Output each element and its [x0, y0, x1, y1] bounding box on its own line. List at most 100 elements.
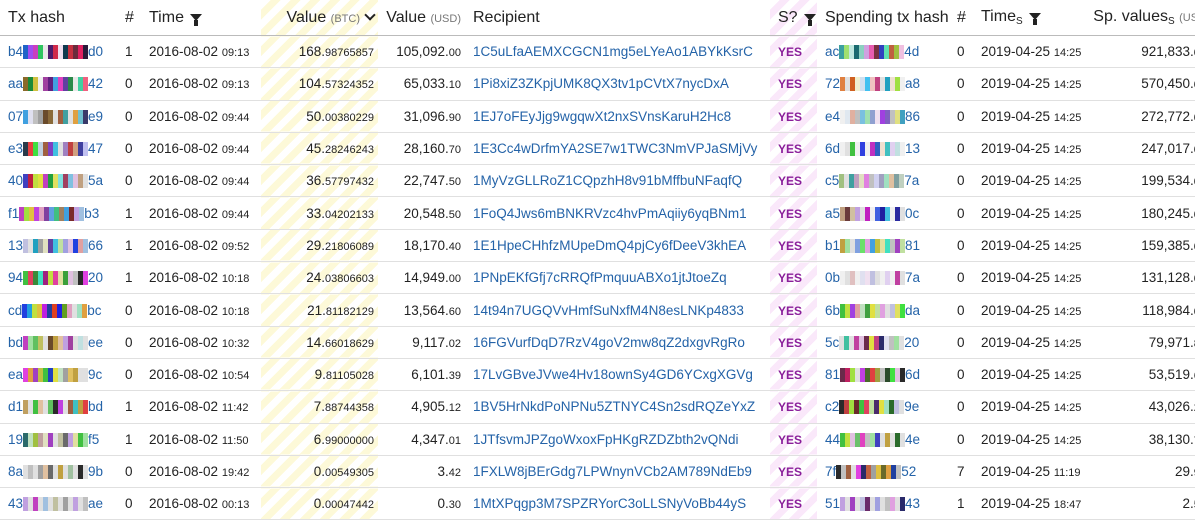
spending-tx-hash-cell[interactable]: c2 9e [817, 390, 953, 424]
col-time[interactable]: Time [141, 0, 261, 36]
col-spending-tx-hash[interactable]: Spending tx hash [817, 0, 953, 36]
filter-icon[interactable] [803, 13, 816, 26]
spending-tx-hash-link[interactable]: 72 a8 [825, 76, 920, 92]
recipient-link[interactable]: 1E1HpeCHhfzMUpeDmQ4pjCy6fDeeV3khEA [473, 238, 746, 253]
tx-hash-cell[interactable]: 43 ae [0, 487, 121, 521]
spending-tx-hash-link[interactable]: 81 6d [825, 367, 920, 383]
spending-tx-hash-link[interactable]: b1 81 [825, 238, 920, 253]
filter-icon[interactable] [189, 13, 202, 26]
col-spent[interactable]: S? [770, 0, 817, 36]
spending-tx-hash-cell[interactable]: a5 0c [817, 196, 953, 230]
recipient-cell[interactable]: 14t94n7UGQVvHmfSuNxfM4N8esLNKp4833 [465, 293, 770, 327]
tx-hash-link[interactable]: f1 b3 [8, 206, 99, 221]
recipient-cell[interactable]: 1EJ7oFEyJjg9wgqwXt2nxSVnsKaruH2Hc8 [465, 100, 770, 133]
spending-tx-hash-link[interactable]: 51 43 [825, 496, 920, 512]
tx-hash-cell[interactable]: 13 66 [0, 229, 121, 263]
spending-tx-hash-link[interactable]: 5c 20 [825, 335, 919, 350]
spending-tx-hash-link[interactable]: 6b da [825, 303, 920, 318]
spending-tx-hash-link[interactable]: 44 4e [825, 432, 920, 447]
recipient-link[interactable]: 1JTfsvmJPZgoWxoxFpHKgRZDZbth2vQNdi [473, 432, 739, 447]
tx-hash-link[interactable]: bd ee [8, 335, 103, 350]
spending-tx-hash-link[interactable]: 6d 13 [825, 141, 920, 157]
tx-hash-link[interactable]: 43 ae [8, 496, 103, 512]
spending-tx-hash-link[interactable]: ac 4d [825, 44, 919, 60]
col-value-usd[interactable]: Value (USD) [378, 0, 465, 36]
chevron-down-icon[interactable] [364, 8, 376, 21]
tx-hash-link[interactable]: d1 bd [8, 399, 103, 415]
recipient-link[interactable]: 1PNpEKfGfj7cRRQfPmquuABXo1jtJtoeZq [473, 270, 727, 285]
recipient-link[interactable]: 1C5uLfaAEMXCGCN1mg5eLYeAo1ABYkKsrC [473, 44, 753, 59]
tx-hash-link[interactable]: e3 47 [8, 141, 103, 157]
recipient-cell[interactable]: 17LvGBveJVwe4Hv18ownSy4GD6YCxgXGVg [465, 358, 770, 392]
spending-tx-hash-cell[interactable]: c5 7a [817, 164, 953, 198]
recipient-cell[interactable]: 1FoQ4Jws6mBNKRVzc4hvPmAqiiy6yqBNm1 [465, 196, 770, 230]
spending-tx-hash-cell[interactable]: 5c 20 [817, 326, 953, 359]
spending-tx-hash-cell[interactable]: b1 81 [817, 229, 953, 263]
col-value-btc[interactable]: Value (BTC) [261, 0, 378, 36]
spending-tx-hash-cell[interactable]: 6d 13 [817, 132, 953, 166]
tx-hash-link[interactable]: cd bc [8, 303, 102, 318]
recipient-link[interactable]: 16FGVurfDqD7RzV4goV2mw8qZ2dxgvRgRo [473, 335, 745, 350]
tx-hash-link[interactable]: 40 5a [8, 173, 103, 189]
recipient-cell[interactable]: 1BV5HrNkdPoNPNu5ZTNYC4Sn2sdRQZeYxZ [465, 390, 770, 424]
recipient-cell[interactable]: 1MyVzGLLRoZ1CQpzhH8v91bMffbuNFaqfQ [465, 164, 770, 198]
spending-tx-hash-link[interactable]: c5 7a [825, 173, 919, 189]
col-hash-count[interactable]: # [121, 0, 141, 36]
tx-hash-cell[interactable]: f1 b3 [0, 196, 121, 230]
recipient-link[interactable]: 1FXLW8jBErGdg7LPWnynVCb2AM789NdEb9 [473, 464, 752, 479]
recipient-link[interactable]: 1EJ7oFEyJjg9wgqwXt2nxSVnsKaruH2Hc8 [473, 109, 731, 124]
recipient-cell[interactable]: 1PNpEKfGfj7cRRQfPmquuABXo1jtJtoeZq [465, 261, 770, 295]
recipient-cell[interactable]: 1MtXPqgp3M7SPZRYorC3oLLSNyVoBb44yS [465, 487, 770, 521]
spending-tx-hash-cell[interactable]: 0b 7a [817, 261, 953, 295]
recipient-cell[interactable]: 1C5uLfaAEMXCGCN1mg5eLYeAo1ABYkKsrC [465, 35, 770, 69]
tx-hash-cell[interactable]: e3 47 [0, 132, 121, 166]
col-tx-hash[interactable]: Tx hash [0, 0, 121, 36]
spending-tx-hash-cell[interactable]: 6b da [817, 293, 953, 327]
recipient-link[interactable]: 14t94n7UGQVvHmfSuNxfM4N8esLNKp4833 [473, 303, 744, 318]
tx-hash-cell[interactable]: 94 20 [0, 261, 121, 295]
tx-hash-link[interactable]: 13 66 [8, 238, 103, 253]
tx-hash-cell[interactable]: 40 5a [0, 164, 121, 198]
recipient-cell[interactable]: 16FGVurfDqD7RzV4goV2mw8qZ2dxgvRgRo [465, 326, 770, 359]
recipient-link[interactable]: 1Pi8xiZ3ZKpjUMK8QX3tv1pCVtX7nycDxA [473, 76, 729, 91]
spending-tx-hash-cell[interactable]: e4 86 [817, 100, 953, 133]
recipient-link[interactable]: 1E3Cc4wDrfmYA2SE7w1TWC3NmVPJaSMjVy [473, 141, 757, 156]
spending-tx-hash-cell[interactable]: 72 a8 [817, 67, 953, 101]
tx-hash-cell[interactable]: cd bc [0, 293, 121, 327]
tx-hash-cell[interactable]: b4 d0 [0, 35, 121, 69]
spending-tx-hash-link[interactable]: e4 86 [825, 109, 920, 124]
tx-hash-link[interactable]: 8a 9b [8, 464, 103, 479]
col-recipient[interactable]: Recipient [465, 0, 770, 36]
tx-hash-link[interactable]: ea 9c [8, 367, 102, 383]
tx-hash-link[interactable]: 94 20 [8, 270, 103, 286]
spending-tx-hash-link[interactable]: a5 0c [825, 206, 919, 221]
recipient-cell[interactable]: 1Pi8xiZ3ZKpjUMK8QX3tv1pCVtX7nycDxA [465, 67, 770, 101]
col-spend-count[interactable]: # [953, 0, 973, 36]
tx-hash-cell[interactable]: ea 9c [0, 358, 121, 392]
spending-tx-hash-cell[interactable]: 81 6d [817, 358, 953, 392]
tx-hash-cell[interactable]: 07 e9 [0, 100, 121, 133]
tx-hash-cell[interactable]: bd ee [0, 326, 121, 359]
tx-hash-link[interactable]: 07 e9 [8, 109, 103, 124]
spending-tx-hash-cell[interactable]: ac 4d [817, 35, 953, 69]
tx-hash-cell[interactable]: 19 f5 [0, 423, 121, 456]
recipient-cell[interactable]: 1FXLW8jBErGdg7LPWnynVCb2AM789NdEb9 [465, 455, 770, 489]
recipient-link[interactable]: 1FoQ4Jws6mBNKRVzc4hvPmAqiiy6yqBNm1 [473, 206, 747, 221]
recipient-link[interactable]: 1BV5HrNkdPoNPNu5ZTNYC4Sn2sdRQZeYxZ [473, 399, 755, 414]
recipient-cell[interactable]: 1E1HpeCHhfzMUpeDmQ4pjCy6fDeeV3khEA [465, 229, 770, 263]
tx-hash-link[interactable]: aa 42 [8, 76, 103, 92]
recipient-link[interactable]: 1MtXPqgp3M7SPZRYorC3oLLSNyVoBb44yS [473, 496, 746, 511]
tx-hash-cell[interactable]: aa 42 [0, 67, 121, 101]
filter-icon[interactable] [1028, 13, 1041, 26]
tx-hash-cell[interactable]: d1 bd [0, 390, 121, 424]
col-sp-values[interactable]: Sp. valuesS (USD [1091, 0, 1195, 36]
spending-tx-hash-link[interactable]: 0b 7a [825, 270, 920, 286]
tx-hash-link[interactable]: b4 d0 [8, 44, 103, 60]
col-time-s[interactable]: TimeS [973, 0, 1091, 36]
recipient-link[interactable]: 1MyVzGLLRoZ1CQpzhH8v91bMffbuNFaqfQ [473, 173, 742, 188]
tx-hash-link[interactable]: 19 f5 [8, 432, 99, 447]
recipient-cell[interactable]: 1JTfsvmJPZgoWxoxFpHKgRZDZbth2vQNdi [465, 423, 770, 456]
spending-tx-hash-cell[interactable]: 51 43 [817, 487, 953, 521]
spending-tx-hash-link[interactable]: c2 9e [825, 399, 919, 415]
spending-tx-hash-link[interactable]: 7f 52 [825, 464, 916, 479]
